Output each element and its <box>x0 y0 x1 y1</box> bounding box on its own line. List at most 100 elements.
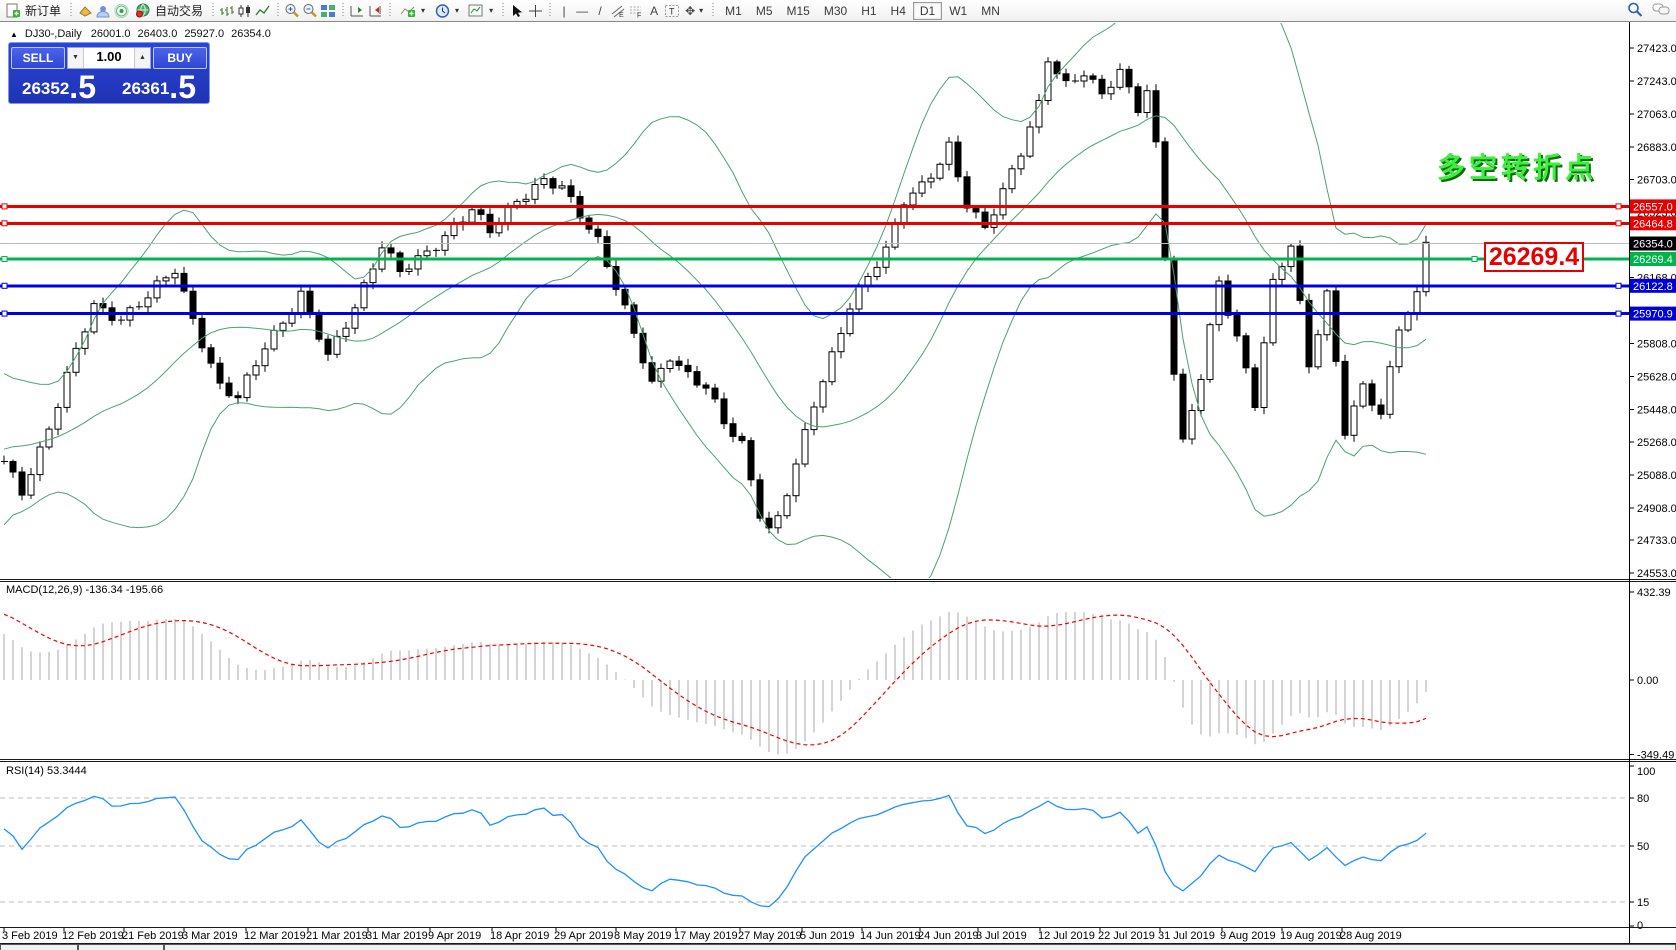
svg-text:9 Aug 2019: 9 Aug 2019 <box>1220 930 1276 942</box>
text-label-tool-icon[interactable]: T <box>663 3 681 19</box>
market-watch-icon[interactable] <box>94 3 112 19</box>
buy-price[interactable]: 26361.5 <box>109 70 209 103</box>
indicators-icon <box>399 3 417 19</box>
line-handle-left <box>2 283 7 288</box>
timeframe-button-w1[interactable]: W1 <box>942 2 974 20</box>
channel-tool-icon[interactable]: E <box>609 3 627 19</box>
svg-text:27423.0: 27423.0 <box>1637 43 1676 55</box>
periods-button[interactable]: ▾ <box>429 1 463 20</box>
candlestick-chart-icon[interactable] <box>236 3 254 19</box>
chart-tab[interactable] <box>78 944 164 950</box>
svg-text:8 May 2019: 8 May 2019 <box>614 930 671 942</box>
volume-increase-button[interactable]: ▲ <box>134 48 150 68</box>
timeframe-button-m30[interactable]: M30 <box>817 2 854 20</box>
svg-text:80: 80 <box>1637 793 1649 805</box>
chart-symbol-period: DJ30-,Daily <box>25 28 82 40</box>
timeframe-button-d1[interactable]: D1 <box>913 2 942 20</box>
ohlc-open: 26001.0 <box>91 28 131 40</box>
buy-button[interactable]: BUY <box>153 47 207 69</box>
svg-text:0: 0 <box>1637 920 1643 932</box>
svg-text:12 Jul 2019: 12 Jul 2019 <box>1038 930 1095 942</box>
zoom-in-icon[interactable] <box>283 3 301 19</box>
svg-text:50: 50 <box>1637 841 1649 853</box>
timeframe-button-mn[interactable]: MN <box>974 2 1007 20</box>
svg-text:14 Jun 2019: 14 Jun 2019 <box>860 930 921 942</box>
templates-button[interactable]: ▾ <box>463 1 497 20</box>
toolbar-grip <box>546 3 553 18</box>
main-toolbar: 新订单 自动交易 <box>0 0 1676 22</box>
timeframe-button-h4[interactable]: H4 <box>884 2 913 20</box>
chat-icon[interactable] <box>1652 1 1670 17</box>
svg-text:24 Jun 2019: 24 Jun 2019 <box>918 930 979 942</box>
bar-chart-icon[interactable] <box>218 3 236 19</box>
indicators-button[interactable]: ▾ <box>395 1 429 20</box>
horizontal-line-tool-icon[interactable]: — <box>573 3 591 19</box>
sell-button[interactable]: SELL <box>11 47 65 69</box>
svg-text:432.39: 432.39 <box>1637 587 1671 599</box>
auto-scroll-icon[interactable] <box>366 3 384 19</box>
sell-price-frac: .5 <box>69 72 96 102</box>
ohlc-high: 26403.0 <box>138 28 178 40</box>
profiles-icon[interactable] <box>76 3 94 19</box>
toolbar-grip <box>274 3 281 18</box>
svg-text:24553.0: 24553.0 <box>1637 568 1676 580</box>
new-order-button[interactable]: 新订单 <box>0 1 65 20</box>
rsi-label: RSI(14) 53.3444 <box>6 765 87 777</box>
chart-canvas[interactable]: 27423.027243.027063.026883.026703.026523… <box>0 22 1676 950</box>
macd-histogram <box>4 612 1426 755</box>
dropdown-arrow-icon: ▾ <box>699 6 703 15</box>
crosshair-icon[interactable] <box>526 3 544 19</box>
svg-text:3 Jul 2019: 3 Jul 2019 <box>976 930 1027 942</box>
text-tool-icon[interactable]: A <box>645 3 663 19</box>
date-axis: 3 Feb 201912 Feb 201921 Feb 20193 Mar 20… <box>2 928 1402 943</box>
auto-trading-button[interactable]: 自动交易 <box>130 1 207 20</box>
price-line-26557.0[interactable]: 26557.0 <box>0 199 1676 213</box>
svg-text:18 Apr 2019: 18 Apr 2019 <box>490 930 549 942</box>
chart-tab[interactable] <box>0 944 78 950</box>
svg-text:26703.0: 26703.0 <box>1637 175 1676 187</box>
signals-icon[interactable] <box>112 3 130 19</box>
svg-text:100: 100 <box>1637 766 1655 778</box>
fibonacci-tool-icon[interactable]: F <box>627 3 645 19</box>
tile-windows-icon[interactable] <box>319 3 337 19</box>
volume-decrease-button[interactable]: ▼ <box>68 48 84 68</box>
toolbar-grip <box>339 3 346 18</box>
zoom-out-icon[interactable] <box>301 3 319 19</box>
macd-label: MACD(12,26,9) -136.34 -195.66 <box>6 584 163 596</box>
auto-trading-label: 自动交易 <box>155 2 203 19</box>
arrows-tool-button[interactable]: ✥ ▾ <box>681 1 707 20</box>
dropdown-arrow-icon: ▾ <box>489 6 493 15</box>
toolbar-grip <box>209 3 216 18</box>
svg-text:31 Jul 2019: 31 Jul 2019 <box>1158 930 1215 942</box>
svg-text:25088.0: 25088.0 <box>1637 470 1676 482</box>
chart-tab[interactable] <box>164 944 1676 950</box>
timeframe-button-m1[interactable]: M1 <box>718 2 749 20</box>
search-icon[interactable] <box>1626 1 1644 17</box>
price-line-25970.9[interactable]: 25970.9 <box>0 307 1676 321</box>
sell-price[interactable]: 26352.5 <box>9 70 109 103</box>
trendline-tool-icon[interactable]: / <box>591 3 609 19</box>
price-callout-box[interactable]: 26269.4 <box>1484 242 1584 272</box>
toolbar-grip <box>499 3 506 18</box>
svg-text:19 Aug 2019: 19 Aug 2019 <box>1280 930 1342 942</box>
price-line-26464.8[interactable]: 26464.8 <box>0 216 1676 230</box>
collapse-triangle-icon[interactable]: ▲ <box>10 30 18 39</box>
line-handle-right <box>1616 311 1621 316</box>
timeframe-button-h1[interactable]: H1 <box>854 2 883 20</box>
cursor-icon[interactable] <box>508 3 526 19</box>
timeframe-button-m15[interactable]: M15 <box>780 2 817 20</box>
timeframe-bar: M1M5M15M30H1H4D1W1MN <box>718 2 1007 20</box>
one-click-trading-panel: SELL ▼ 1.00 ▲ BUY 26352.5 26361.5 <box>8 42 210 104</box>
svg-text:21 Mar 2019: 21 Mar 2019 <box>306 930 368 942</box>
svg-text:29 Apr 2019: 29 Apr 2019 <box>554 930 613 942</box>
volume-input[interactable]: 1.00 <box>84 48 134 68</box>
svg-text:E: E <box>619 12 624 18</box>
templates-icon <box>467 3 485 19</box>
line-chart-icon[interactable] <box>254 3 272 19</box>
chart-shift-icon[interactable] <box>348 3 366 19</box>
svg-text:22 Jul 2019: 22 Jul 2019 <box>1098 930 1155 942</box>
svg-text:28 Aug 2019: 28 Aug 2019 <box>1340 930 1402 942</box>
timeframe-button-m5[interactable]: M5 <box>749 2 780 20</box>
buy-price-frac: .5 <box>169 72 196 102</box>
vertical-line-tool-icon[interactable]: | <box>555 3 573 19</box>
